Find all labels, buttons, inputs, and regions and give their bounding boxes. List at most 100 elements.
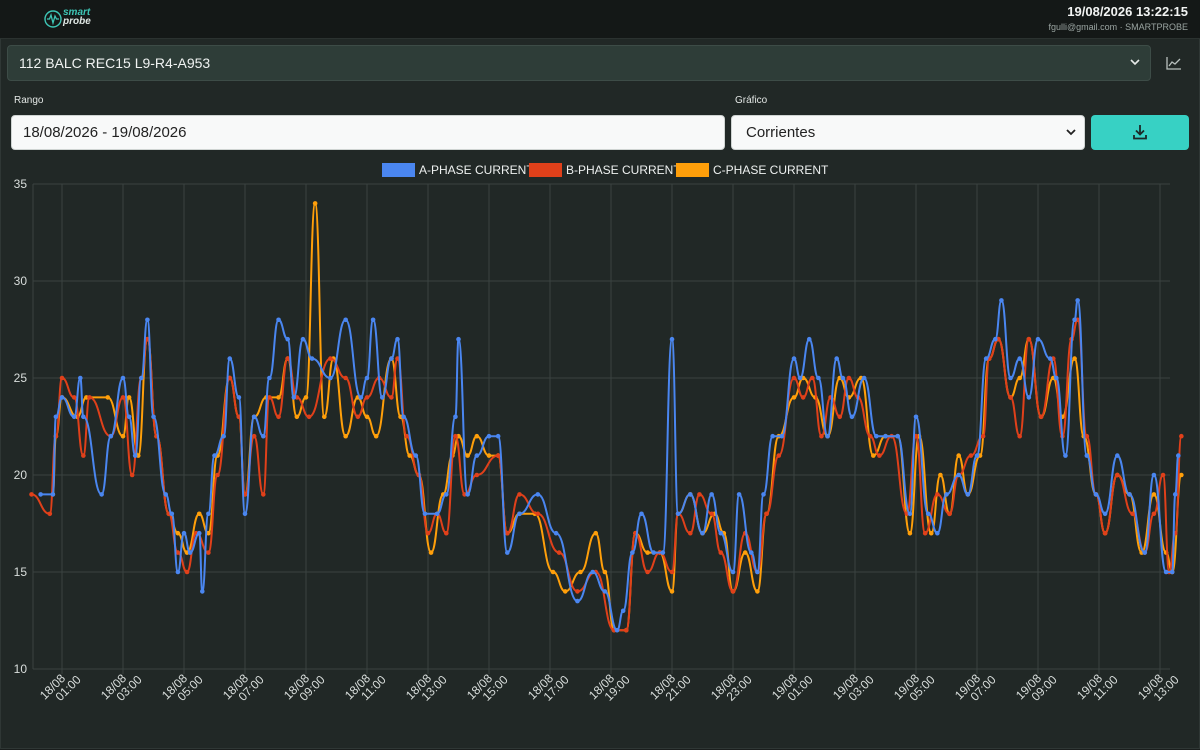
data-point-a — [1054, 375, 1059, 381]
data-point-a — [1063, 453, 1068, 458]
x-tick-label: 18/0821:00 — [647, 664, 694, 711]
data-point-a — [99, 492, 104, 497]
data-point-a — [620, 608, 626, 614]
data-point-a — [1047, 356, 1053, 361]
data-point-b — [846, 375, 852, 381]
data-point-b — [47, 511, 53, 517]
line-chart-icon[interactable] — [1166, 56, 1182, 70]
data-point-a — [139, 375, 144, 381]
data-point-b — [444, 530, 449, 536]
data-point-c — [276, 395, 281, 400]
data-point-b — [810, 375, 815, 381]
data-point-a — [474, 453, 480, 458]
data-point-b — [935, 492, 940, 497]
data-point-b — [328, 356, 333, 361]
data-point-c — [1072, 356, 1077, 361]
data-point-a — [505, 550, 510, 555]
data-point-a — [660, 550, 666, 555]
data-point-a — [1084, 453, 1090, 458]
x-tick-label: 18/0817:00 — [525, 664, 572, 711]
data-point-c — [791, 395, 797, 400]
data-point-b — [29, 492, 34, 497]
data-point-b — [688, 530, 693, 536]
data-point-c — [364, 414, 370, 420]
data-point-b — [87, 395, 92, 400]
data-point-a — [145, 317, 150, 323]
data-point-b — [495, 453, 501, 458]
data-point-b — [1151, 511, 1157, 517]
data-point-a — [379, 395, 385, 400]
data-point-a — [913, 414, 919, 420]
data-point-b — [669, 569, 675, 575]
data-point-c — [322, 414, 327, 420]
data-point-a — [163, 492, 168, 497]
data-point-b — [389, 395, 394, 400]
data-point-a — [126, 414, 132, 420]
data-point-b — [556, 550, 562, 555]
y-tick-label: 15 — [14, 565, 28, 579]
data-point-b — [129, 472, 135, 478]
data-point-b — [645, 569, 650, 575]
data-point-a — [688, 492, 693, 497]
data-point-a — [81, 414, 86, 420]
x-tick-label: 18/0803:00 — [98, 664, 145, 711]
data-point-b — [1017, 433, 1022, 439]
data-point-b — [1026, 336, 1032, 342]
data-point-a — [151, 414, 156, 420]
current-chart: 10 15 20 25 30 35 18/0801:00 18/0803:00 18/0805:… — [14, 177, 1184, 711]
data-point-b — [215, 472, 220, 478]
data-point-a — [1127, 492, 1132, 497]
data-point-a — [669, 336, 675, 342]
data-point-a — [1142, 550, 1148, 555]
data-point-b — [81, 453, 86, 458]
data-point-a — [169, 511, 175, 517]
data-point-a — [261, 433, 266, 439]
y-tick-label: 25 — [14, 371, 28, 385]
data-point-a — [849, 414, 855, 420]
data-point-b — [1179, 433, 1184, 439]
data-point-b — [474, 472, 480, 478]
data-point-c — [562, 589, 568, 594]
data-point-a — [132, 453, 138, 458]
data-point-c — [294, 414, 300, 420]
range-input[interactable]: 18/08/2026 - 19/08/2026 — [11, 115, 725, 150]
data-point-a — [38, 492, 43, 497]
brand-logo[interactable]: smart probe — [44, 8, 100, 30]
data-point-a — [736, 492, 742, 497]
data-point-a — [1172, 492, 1178, 497]
data-point-b — [709, 511, 714, 517]
data-point-a — [71, 414, 77, 420]
download-icon — [1133, 125, 1147, 140]
data-point-a — [993, 336, 998, 342]
x-tick-label: 18/0805:00 — [159, 664, 206, 711]
data-point-c — [465, 453, 470, 458]
device-select[interactable]: 112 BALC REC15 L9-R4-A953 — [7, 45, 1151, 81]
data-point-a — [358, 395, 364, 400]
data-point-a — [120, 375, 126, 381]
data-point-a — [749, 550, 754, 555]
y-tick-label: 10 — [14, 662, 28, 676]
data-point-a — [675, 511, 681, 517]
data-point-a — [590, 569, 595, 575]
chart-type-select[interactable]: Corrientes — [731, 115, 1085, 150]
data-point-b — [1115, 472, 1120, 478]
data-point-a — [486, 433, 492, 439]
x-tick-label: 18/0823:00 — [708, 664, 755, 711]
data-point-b — [404, 433, 409, 439]
data-point-a — [755, 569, 760, 575]
x-tick-label: 19/0811:00 — [1074, 664, 1121, 711]
data-point-c — [871, 453, 876, 458]
data-point-a — [364, 375, 370, 381]
data-point-a — [816, 375, 821, 381]
data-point-a — [108, 433, 114, 439]
chart-type-label: Gráfico — [735, 95, 768, 106]
data-point-a — [181, 530, 187, 536]
top-bar: smart probe 19/08/2026 13:22:15 fgulli@g… — [0, 0, 1200, 39]
download-button[interactable] — [1091, 115, 1189, 150]
logo-line2: probe — [63, 16, 91, 27]
data-point-c — [602, 569, 608, 575]
y-tick-label: 20 — [14, 468, 28, 482]
data-point-c — [938, 472, 943, 478]
data-point-b — [505, 530, 510, 536]
x-tick-label: 18/0815:00 — [464, 664, 511, 711]
